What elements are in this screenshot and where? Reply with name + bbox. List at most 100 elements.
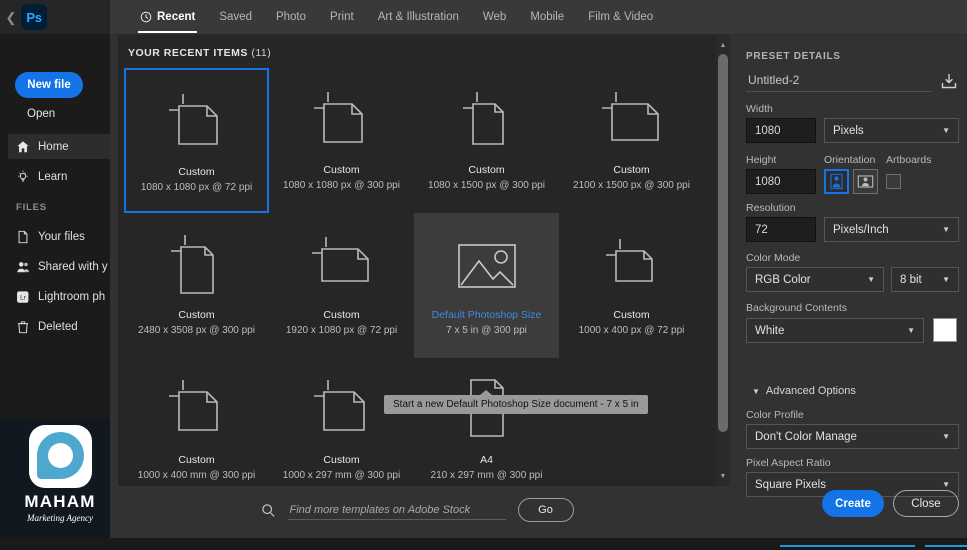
sidebar-item-deleted[interactable]: Deleted (8, 314, 120, 339)
template-dimensions: 1080 x 1500 px @ 300 ppi (428, 180, 545, 191)
sidebar-item-learn[interactable]: Learn (8, 164, 120, 189)
sidebar-item-your-files[interactable]: Your files (8, 224, 120, 249)
file-icon (16, 230, 30, 244)
templates-pane: YOUR RECENT ITEMS (11) Custom 1080 x 108… (118, 35, 716, 486)
stock-search-input[interactable] (287, 500, 506, 520)
advanced-options-label: Advanced Options (765, 385, 856, 397)
pixel-aspect-ratio-label: Pixel Aspect Ratio (746, 457, 831, 469)
background-color-swatch[interactable] (933, 318, 957, 342)
people-icon (16, 260, 30, 274)
sidebar-item-lightroom-photos-label: Lightroom ph (38, 290, 106, 303)
templates-scrollbar[interactable]: ▲ ▼ (716, 35, 730, 486)
scroll-up-icon[interactable]: ▲ (716, 38, 730, 52)
sidebar-item-home[interactable]: Home (8, 134, 120, 159)
template-card[interactable]: Custom 1080 x 1080 px @ 300 ppi (269, 68, 414, 213)
color-depth-value: 8 bit (900, 273, 922, 286)
home-icon (16, 140, 30, 154)
sidebar-item-shared-with-you[interactable]: Shared with y (8, 254, 120, 279)
close-button[interactable]: Close (893, 490, 959, 517)
recent-items-header-text: YOUR RECENT ITEMS (128, 47, 248, 59)
sidebar-item-home-label: Home (38, 140, 69, 153)
tab-photo[interactable]: Photo (264, 0, 318, 34)
orientation-landscape-button[interactable] (853, 169, 878, 194)
chevron-left-icon[interactable]: ❮ (0, 11, 18, 24)
artboards-checkbox[interactable] (886, 174, 901, 189)
orientation-label: Orientation (824, 154, 876, 166)
tab-recent[interactable]: Recent (128, 0, 207, 34)
home-sidebar: ❮ Ps New file Open Home Learn FILES Your… (0, 0, 120, 550)
template-name: Custom (323, 454, 360, 466)
tab-recent-label: Recent (157, 11, 196, 23)
background-contents-select[interactable]: White ▼ (746, 318, 924, 343)
doc-portrait-icon (161, 88, 233, 160)
template-dimensions: 1000 x 400 mm @ 300 ppi (137, 470, 256, 481)
chevron-down-icon: ▼ (942, 225, 950, 234)
template-name: Custom (178, 454, 215, 466)
tab-film-video[interactable]: Film & Video (576, 0, 665, 34)
color-depth-select[interactable]: 8 bit ▼ (891, 267, 959, 292)
color-profile-select[interactable]: Don't Color Manage ▼ (746, 424, 959, 449)
template-dimensions: 210 x 297 mm @ 300 ppi (430, 470, 543, 481)
sidebar-item-your-files-label: Your files (38, 230, 85, 243)
tab-art-illustration[interactable]: Art & Illustration (366, 0, 471, 34)
scroll-down-icon[interactable]: ▼ (716, 469, 730, 483)
sidebar-item-lightroom-photos[interactable]: Lr Lightroom ph (8, 284, 120, 309)
template-card[interactable]: Custom 1080 x 1080 px @ 72 ppi (124, 68, 269, 213)
svg-text:Lr: Lr (20, 294, 27, 301)
save-preset-icon[interactable] (939, 71, 959, 91)
template-card[interactable]: Custom 2480 x 3508 px @ 300 ppi (124, 213, 269, 358)
width-unit-value: Pixels (833, 124, 864, 137)
sidebar-body: New file Open Home Learn FILES Your file… (0, 34, 120, 550)
width-unit-select[interactable]: Pixels ▼ (824, 118, 959, 143)
template-dimensions: 1920 x 1080 px @ 72 ppi (285, 325, 398, 336)
new-file-button[interactable]: New file (15, 72, 83, 98)
template-card-default-photoshop-size[interactable]: Default Photoshop Size 7 x 5 in @ 300 pp… (414, 213, 559, 358)
doc-portrait-icon (306, 86, 378, 158)
advanced-options-toggle[interactable]: ▼ Advanced Options (746, 385, 856, 397)
photoshop-logo: Ps (21, 4, 47, 30)
template-name: Custom (613, 164, 650, 176)
template-card[interactable]: Custom 2100 x 1500 px @ 300 ppi (559, 68, 704, 213)
open-button[interactable]: Open (27, 108, 55, 120)
photoshop-new-document-screen: ❮ Ps New file Open Home Learn FILES Your… (0, 0, 967, 550)
app-header: ❮ Ps (0, 0, 120, 34)
tab-print[interactable]: Print (318, 0, 366, 34)
resolution-input[interactable] (746, 217, 816, 242)
maham-tagline: Marketing Agency (26, 513, 94, 523)
template-tooltip: Start a new Default Photoshop Size docum… (384, 390, 648, 414)
resolution-unit-select[interactable]: Pixels/Inch ▼ (824, 217, 959, 242)
artboards-label: Artboards (886, 154, 932, 166)
template-name: Custom (178, 166, 215, 178)
scrollbar-thumb[interactable] (718, 54, 728, 432)
color-mode-label: Color Mode (746, 252, 801, 264)
template-card[interactable]: Custom 1000 x 400 mm @ 300 ppi (124, 358, 269, 486)
template-dimensions: 1080 x 1080 px @ 300 ppi (283, 180, 400, 191)
template-card[interactable]: A4 210 x 297 mm @ 300 ppi (414, 358, 559, 486)
width-input[interactable] (746, 118, 816, 143)
template-name: Custom (323, 309, 360, 321)
color-profile-label: Color Profile (746, 409, 804, 421)
height-input[interactable] (746, 169, 816, 194)
maham-name: MAHAM (24, 492, 96, 511)
document-name-input[interactable] (746, 70, 931, 92)
chevron-down-icon: ▼ (752, 386, 760, 396)
template-dimensions: 2100 x 1500 px @ 300 ppi (573, 180, 690, 191)
template-card[interactable]: Custom 1920 x 1080 px @ 72 ppi (269, 213, 414, 358)
sidebar-section-files: FILES (16, 202, 47, 213)
template-card[interactable]: Custom 1000 x 400 px @ 72 ppi (559, 213, 704, 358)
tab-saved[interactable]: Saved (207, 0, 264, 34)
resolution-label: Resolution (746, 202, 796, 214)
tab-web[interactable]: Web (471, 0, 518, 34)
lightbulb-icon (16, 170, 30, 184)
chevron-down-icon: ▼ (942, 480, 950, 489)
chevron-down-icon: ▼ (942, 126, 950, 135)
template-card[interactable]: Custom 1000 x 297 mm @ 300 ppi (269, 358, 414, 486)
create-button[interactable]: Create (822, 490, 884, 517)
orientation-portrait-button[interactable] (824, 169, 849, 194)
template-name: Custom (323, 164, 360, 176)
doc-portrait-icon (161, 376, 233, 448)
tab-mobile[interactable]: Mobile (518, 0, 576, 34)
template-card[interactable]: Custom 1080 x 1500 px @ 300 ppi (414, 68, 559, 213)
stock-search-go-button[interactable]: Go (517, 498, 574, 522)
color-mode-select[interactable]: RGB Color ▼ (746, 267, 884, 292)
